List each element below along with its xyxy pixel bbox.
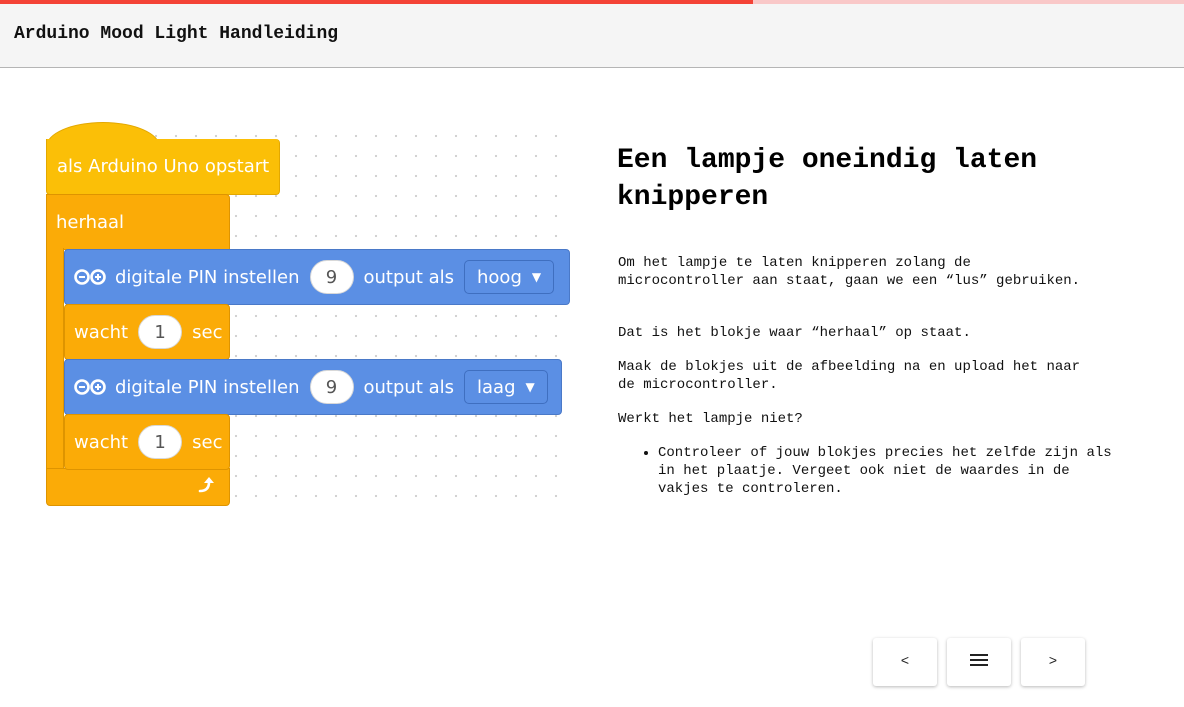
arduino-logo-icon bbox=[73, 378, 107, 396]
lesson-paragraph-3: Maak de blokjes uit de afbeelding na en … bbox=[618, 359, 1081, 393]
previous-button[interactable]: < bbox=[873, 638, 937, 686]
output-mode-dropdown-2[interactable]: laag ▼ bbox=[464, 370, 548, 404]
wait-seconds-input-2[interactable]: 1 bbox=[138, 425, 183, 459]
wait-block-2-unit: sec bbox=[192, 431, 223, 453]
menu-icon bbox=[969, 653, 989, 672]
troubleshoot-list: Controleer of jouw blokjes precies het z… bbox=[640, 444, 1118, 498]
wait-block-2-label: wacht bbox=[74, 431, 129, 453]
output-mode-value-2: laag bbox=[477, 376, 516, 398]
menu-button[interactable] bbox=[947, 638, 1011, 686]
previous-button-label: < bbox=[900, 654, 910, 670]
start-block-label: als Arduino Uno opstart bbox=[57, 156, 270, 177]
pin-block-2-mode-label: output als bbox=[363, 376, 455, 398]
arduino-logo-icon bbox=[73, 268, 107, 286]
chevron-down-icon: ▼ bbox=[531, 270, 542, 284]
lesson-paragraph-2: Dat is het blokje waar “herhaal” op staa… bbox=[618, 325, 971, 341]
wait-block-2: wacht 1 sec bbox=[64, 414, 230, 470]
digital-pin-block-2: digitale PIN instellen 9 output als laag… bbox=[64, 359, 562, 415]
lesson-paragraph-1: Om het lampje te laten knipperen zolang … bbox=[618, 255, 1081, 289]
output-mode-dropdown-1[interactable]: hoog ▼ bbox=[464, 260, 555, 294]
wait-block-1: wacht 1 sec bbox=[64, 304, 230, 360]
wait-seconds-input-1[interactable]: 1 bbox=[138, 315, 183, 349]
wait-block-1-unit: sec bbox=[192, 321, 223, 343]
start-block: als Arduino Uno opstart bbox=[46, 139, 280, 195]
page-title: Arduino Mood Light Handleiding bbox=[14, 24, 339, 44]
wait-block-1-label: wacht bbox=[74, 321, 129, 343]
chevron-down-icon: ▼ bbox=[525, 380, 535, 394]
repeat-block-label: herhaal bbox=[56, 211, 125, 233]
repeat-block-footer bbox=[46, 468, 230, 506]
loop-arrow-icon bbox=[197, 476, 217, 499]
digital-pin-block-1: digitale PIN instellen 9 output als hoog… bbox=[64, 249, 570, 305]
output-mode-value-1: hoog bbox=[477, 266, 522, 288]
pin-block-2-label: digitale PIN instellen bbox=[115, 376, 300, 398]
repeat-block-arm bbox=[46, 248, 64, 470]
pin-number-input-2[interactable]: 9 bbox=[309, 370, 354, 404]
lesson-heading: Een lampje oneindig laten knipperen bbox=[617, 145, 1038, 213]
next-button-label: > bbox=[1048, 654, 1058, 670]
pin-block-1-label: digitale PIN instellen bbox=[115, 266, 300, 288]
pin-number-input-1[interactable]: 9 bbox=[309, 260, 354, 294]
top-bar: Arduino Mood Light Handleiding bbox=[0, 4, 1184, 68]
lesson-paragraph-4: Werkt het lampje niet? bbox=[618, 411, 803, 427]
repeat-block: herhaal bbox=[46, 194, 230, 250]
list-item: Controleer of jouw blokjes precies het z… bbox=[658, 444, 1118, 498]
next-button[interactable]: > bbox=[1021, 638, 1085, 686]
pin-block-1-mode-label: output als bbox=[363, 266, 455, 288]
